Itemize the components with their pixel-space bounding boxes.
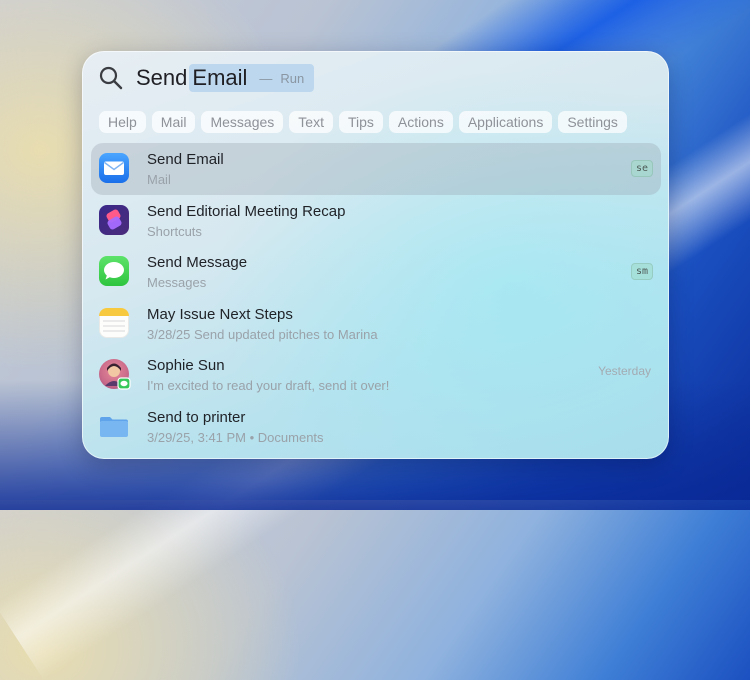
results-list: Send Email Mail se Send Editorial Meetin… [91, 143, 661, 452]
result-row-editorial-recap[interactable]: Send Editorial Meeting Recap Shortcuts [91, 195, 661, 247]
result-subtitle: Messages [147, 275, 207, 290]
notes-icon [99, 307, 129, 338]
result-title: Send to printer [147, 408, 246, 426]
result-subtitle: Mail [147, 172, 171, 187]
result-title: Send Email [147, 151, 224, 168]
result-subtitle: 3/29/25, 3:41 PM • Documents [147, 429, 324, 445]
result-row-send-email[interactable]: Send Email Mail se [91, 143, 661, 195]
result-row-notes[interactable]: May Issue Next Steps 3/28/25 Send update… [91, 298, 661, 350]
filter-chip-help[interactable]: Help [99, 111, 146, 133]
search-bar[interactable]: Send Email — Run [98, 63, 315, 93]
spotlight-panel: Send Email — Run Help Mail Messages Text… [82, 51, 669, 459]
filter-chip-actions[interactable]: Actions [388, 111, 453, 133]
filter-chips: Help Mail Messages Text Tips Actions App… [99, 111, 627, 133]
search-action-hint: Run [280, 70, 305, 86]
search-autocomplete-text: Email [192, 65, 248, 90]
mail-icon [99, 153, 129, 183]
result-timestamp: Yesterday [598, 364, 651, 378]
result-subtitle: Shortcuts [147, 223, 202, 239]
search-autocomplete-selection[interactable]: Email — Run [189, 64, 315, 92]
result-title: May Issue Next Steps [147, 305, 293, 323]
filter-chip-text[interactable]: Text [289, 111, 333, 133]
filter-chip-settings[interactable]: Settings [558, 111, 627, 133]
search-action-separator: — [259, 70, 273, 86]
result-title: Sophie Sun [147, 357, 225, 374]
messages-icon [99, 256, 129, 286]
result-row-send-to-printer[interactable]: Send to printer 3/29/25, 3:41 PM • Docum… [91, 401, 661, 453]
folder-icon [100, 416, 128, 437]
filter-chip-applications[interactable]: Applications [458, 111, 553, 133]
search-icon [99, 66, 123, 90]
result-title: Send Message [147, 254, 248, 271]
shortcut-badge: se [630, 160, 653, 177]
result-subtitle: I'm excited to read your draft, send it … [147, 378, 390, 393]
filter-chip-messages[interactable]: Messages [201, 111, 284, 133]
result-row-sophie-sun[interactable]: Sophie Sun I'm excited to read your draf… [91, 349, 661, 401]
result-title: Send Editorial Meeting Recap [147, 202, 346, 220]
shortcut-badge: sm [630, 263, 653, 280]
filter-chip-mail[interactable]: Mail [151, 111, 196, 133]
result-subtitle: 3/28/25 Send updated pitches to Marina [147, 326, 378, 342]
search-query-text[interactable]: Send [136, 65, 187, 91]
result-row-send-message[interactable]: Send Message Messages sm [91, 246, 661, 298]
contact-avatar-icon [99, 359, 131, 390]
shortcuts-icon [99, 204, 129, 235]
filter-chip-tips[interactable]: Tips [338, 111, 383, 133]
